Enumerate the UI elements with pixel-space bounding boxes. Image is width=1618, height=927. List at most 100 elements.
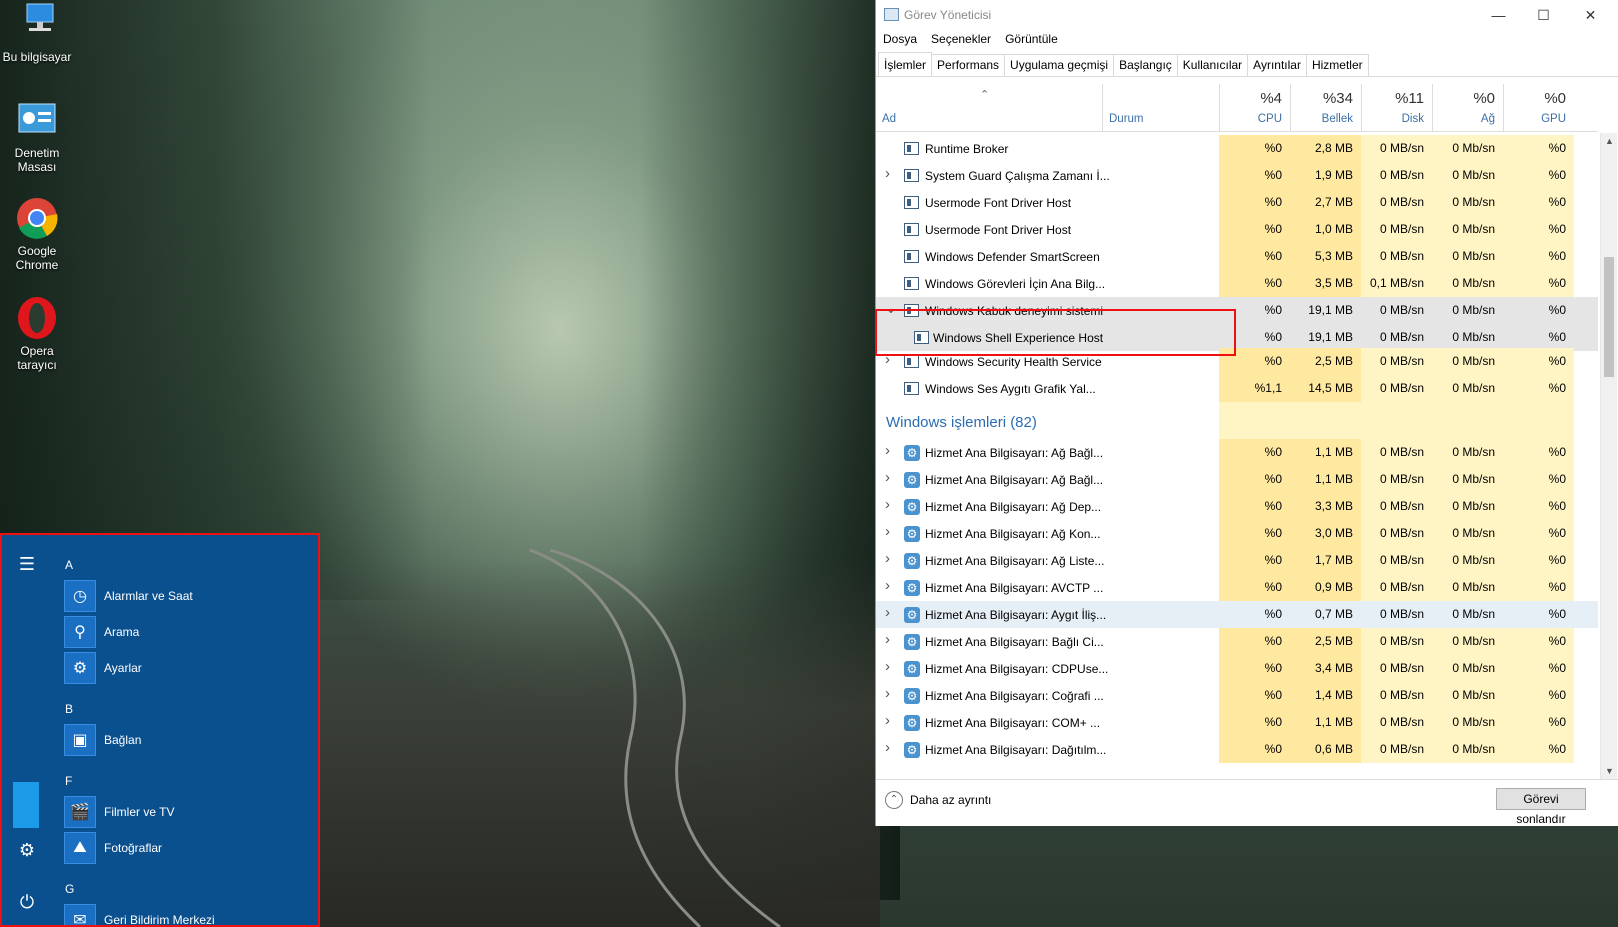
chevron-down-icon[interactable]: ⌄ bbox=[885, 300, 897, 317]
tab-users[interactable]: Kullanıcılar bbox=[1176, 54, 1249, 76]
chevron-right-icon[interactable]: › bbox=[885, 523, 890, 540]
cell-disk: 0 MB/sn bbox=[1361, 493, 1432, 520]
tab-app-history[interactable]: Uygulama geçmişi bbox=[1004, 54, 1115, 76]
column-memory[interactable]: %34 Bellek bbox=[1290, 84, 1361, 132]
process-row[interactable]: › ⚙ Hizmet Ana Bilgisayarı: Ağ Bağl... %0 1,… bbox=[876, 466, 1598, 493]
app-search[interactable]: ⚲ Arama bbox=[64, 616, 304, 648]
column-disk[interactable]: %11 Disk bbox=[1361, 84, 1432, 132]
process-row[interactable]: › ⚙ Hizmet Ana Bilgisayarı: Dağıtılm... %0 0… bbox=[876, 736, 1598, 763]
letter-header-f[interactable]: F bbox=[65, 774, 72, 788]
cell-gpu: %0 bbox=[1503, 216, 1574, 243]
desktop-icon-this-pc[interactable]: Bu bilgisayar bbox=[0, 2, 74, 64]
process-row[interactable]: Runtime Broker %0 2,8 MB 0 MB/sn 0 Mb/sn %0 bbox=[876, 135, 1598, 162]
process-row[interactable]: › Windows Security Health Service %0 2,5 MB… bbox=[876, 348, 1598, 375]
app-connect[interactable]: ▣ Bağlan bbox=[64, 724, 304, 756]
chevron-right-icon[interactable]: › bbox=[885, 712, 890, 729]
desktop-icon-chrome[interactable]: Google Chrome bbox=[0, 196, 74, 272]
process-row[interactable]: › ⚙ Hizmet Ana Bilgisayarı: CDPUse... %0 3,4… bbox=[876, 655, 1598, 682]
hamburger-menu-icon[interactable]: ☰ bbox=[16, 553, 38, 575]
process-row[interactable]: ⌄ Windows Kabuk deneyimi sistemi %0 19,1 MB… bbox=[876, 297, 1598, 324]
app-photos[interactable]: ⛰ Fotoğraflar bbox=[64, 832, 304, 864]
process-row[interactable]: Windows Görevleri İçin Ana Bilg... %0 3,5 … bbox=[876, 270, 1598, 297]
letter-header-b[interactable]: B bbox=[65, 702, 73, 716]
cell-mem: 0,9 MB bbox=[1290, 574, 1361, 601]
process-row[interactable]: › ⚙ Hizmet Ana Bilgisayarı: Ağ Dep... %0 3,3… bbox=[876, 493, 1598, 520]
chevron-right-icon[interactable]: › bbox=[885, 469, 890, 486]
close-button[interactable]: ✕ bbox=[1568, 2, 1613, 28]
app-films-tv[interactable]: 🎬 Filmler ve TV bbox=[64, 796, 304, 828]
vertical-scrollbar[interactable]: ▲ ▼ bbox=[1600, 133, 1617, 779]
column-status[interactable]: Durum bbox=[1102, 84, 1219, 132]
scroll-down-icon[interactable]: ▼ bbox=[1601, 763, 1618, 779]
menu-options[interactable]: Seçenekler bbox=[931, 32, 991, 50]
chevron-right-icon[interactable]: › bbox=[885, 577, 890, 594]
power-icon[interactable]: ⏻ bbox=[16, 891, 38, 913]
chevron-right-icon[interactable]: › bbox=[885, 685, 890, 702]
process-row[interactable]: Usermode Font Driver Host %0 1,0 MB 0 MB/sn… bbox=[876, 216, 1598, 243]
cell-disk: 0 MB/sn bbox=[1361, 520, 1432, 547]
column-cpu[interactable]: %4 CPU bbox=[1219, 84, 1290, 132]
column-network[interactable]: %0 Ağ bbox=[1432, 84, 1503, 132]
desktop-icon-control-panel[interactable]: Denetim Masası bbox=[0, 98, 74, 174]
letter-header-g[interactable]: G bbox=[65, 882, 74, 896]
letter-header-a[interactable]: A bbox=[65, 558, 73, 572]
scrollbar-thumb[interactable] bbox=[1604, 257, 1614, 377]
process-row[interactable]: Usermode Font Driver Host %0 2,7 MB 0 MB/sn… bbox=[876, 189, 1598, 216]
process-name: Windows Kabuk deneyimi sistemi bbox=[925, 304, 1104, 318]
chevron-right-icon[interactable]: › bbox=[885, 550, 890, 567]
process-row[interactable]: Windows Defender SmartScreen %0 5,3 MB 0 MB… bbox=[876, 243, 1598, 270]
title-bar[interactable]: Görev Yöneticisi — ☐ ✕ bbox=[876, 0, 1618, 30]
maximize-button[interactable]: ☐ bbox=[1521, 2, 1566, 28]
cell-net: 0 Mb/sn bbox=[1452, 330, 1495, 344]
process-row[interactable]: Windows Ses Aygıtı Grafik Yal... %1,1 14,5… bbox=[876, 375, 1598, 402]
column-gpu[interactable]: %0 GPU bbox=[1503, 84, 1574, 132]
chevron-up-circle-icon[interactable]: ⌃ bbox=[885, 791, 903, 809]
tab-processes[interactable]: İşlemler bbox=[878, 52, 933, 76]
process-child-row[interactable]: Windows Shell Experience Host %0 19,1 MB 0 … bbox=[876, 324, 1598, 351]
cell-cpu: %0 bbox=[1219, 135, 1290, 162]
end-task-button[interactable]: Görevi sonlandır bbox=[1496, 788, 1586, 826]
tab-performance[interactable]: Performans bbox=[931, 54, 1006, 76]
group-header-windows-processes[interactable]: Windows işlemleri (82) bbox=[876, 402, 1598, 442]
process-row[interactable]: › ⚙ Hizmet Ana Bilgisayarı: Aygıt İliş...%… bbox=[876, 601, 1598, 628]
app-feedback-hub[interactable]: ✉ Geri Bildirim Merkezi bbox=[64, 904, 304, 925]
tab-details[interactable]: Ayrıntılar bbox=[1247, 54, 1307, 76]
process-window-icon bbox=[904, 142, 919, 155]
chevron-right-icon[interactable]: › bbox=[885, 165, 890, 182]
chevron-right-icon[interactable]: › bbox=[885, 442, 890, 459]
tab-services[interactable]: Hizmetler bbox=[1305, 54, 1369, 76]
menu-view[interactable]: Görüntüle bbox=[1005, 32, 1058, 50]
process-row[interactable]: › ⚙ Hizmet Ana Bilgisayarı: Coğrafi ... %0 1… bbox=[876, 682, 1598, 709]
chevron-right-icon[interactable]: › bbox=[885, 631, 890, 648]
cell-mem: 1,7 MB bbox=[1290, 547, 1361, 574]
column-name[interactable]: ⌃ Ad bbox=[876, 84, 1109, 132]
process-row[interactable]: › ⚙ Hizmet Ana Bilgisayarı: Ağ Kon... %0 3,0… bbox=[876, 520, 1598, 547]
chevron-right-icon[interactable]: › bbox=[885, 604, 890, 621]
process-row[interactable]: › System Guard Çalışma Zamanı İ... %0 1,9 M… bbox=[876, 162, 1598, 189]
minimize-button[interactable]: — bbox=[1476, 2, 1521, 28]
chevron-right-icon[interactable]: › bbox=[885, 739, 890, 756]
cell-net: 0 Mb/sn bbox=[1432, 375, 1503, 402]
process-name: Windows Defender SmartScreen bbox=[925, 250, 1100, 264]
chevron-right-icon[interactable]: › bbox=[885, 658, 890, 675]
app-settings[interactable]: ⚙ Ayarlar bbox=[64, 652, 304, 684]
process-name: Hizmet Ana Bilgisayarı: Coğrafi ... bbox=[925, 689, 1104, 703]
app-alarms-clock[interactable]: ◷ Alarmlar ve Saat bbox=[64, 580, 304, 612]
cell-disk: 0 MB/sn bbox=[1361, 466, 1432, 493]
sort-ascending-icon: ⌃ bbox=[980, 89, 990, 101]
process-row[interactable]: › ⚙ Hizmet Ana Bilgisayarı: COM+ ... %0 1,1 … bbox=[876, 709, 1598, 736]
chevron-right-icon[interactable]: › bbox=[885, 351, 890, 368]
menu-file[interactable]: Dosya bbox=[883, 32, 917, 50]
fewer-details-link[interactable]: Daha az ayrıntı bbox=[910, 793, 991, 807]
group-cell-fill bbox=[1219, 402, 1290, 442]
network-label: Ağ bbox=[1480, 113, 1495, 125]
process-row[interactable]: › ⚙ Hizmet Ana Bilgisayarı: Ağ Bağl... %0 1,… bbox=[876, 439, 1598, 466]
chevron-right-icon[interactable]: › bbox=[885, 496, 890, 513]
process-row[interactable]: › ⚙ Hizmet Ana Bilgisayarı: AVCTP ... %0 0,9… bbox=[876, 574, 1598, 601]
process-row[interactable]: › ⚙ Hizmet Ana Bilgisayarı: Ağ Liste... %0 1… bbox=[876, 547, 1598, 574]
process-row[interactable]: › ⚙ Hizmet Ana Bilgisayarı: Bağlı Ci... %0 2… bbox=[876, 628, 1598, 655]
tab-startup[interactable]: Başlangıç bbox=[1113, 54, 1178, 76]
scroll-up-icon[interactable]: ▲ bbox=[1601, 133, 1618, 149]
settings-icon[interactable]: ⚙ bbox=[16, 839, 38, 861]
desktop-icon-opera[interactable]: Opera tarayıcı bbox=[0, 296, 74, 372]
